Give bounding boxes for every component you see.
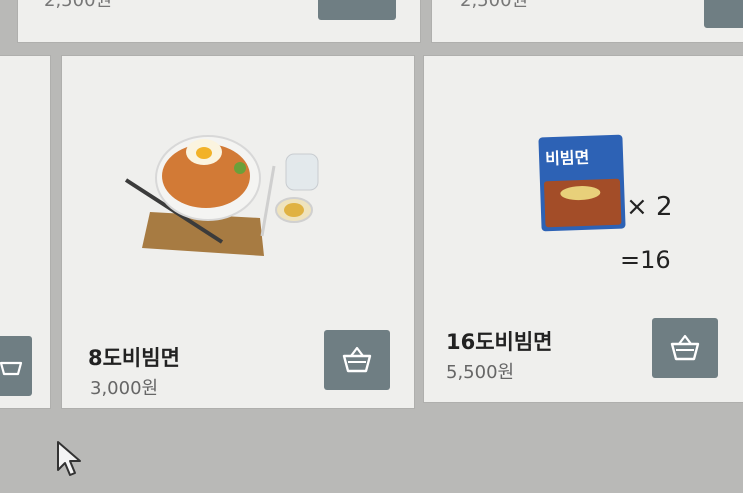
product-price: 5,500원 [446,362,515,383]
package-label: 비빔면 [544,147,590,169]
product-price: 2,500원 [460,0,529,11]
product-name: 16도비빔면 [446,330,553,354]
add-to-cart-button[interactable] [0,336,32,396]
product-price: 2,500원 [44,0,113,11]
product-name: 8도비빔면 [88,346,180,370]
product-card[interactable] [0,56,50,408]
product-card[interactable]: 2,500원 [432,0,743,42]
screen: { "products": [ {"name": "", "price": "2… [0,0,743,493]
basket-icon [670,334,700,361]
product-image [122,120,334,260]
add-to-cart-button[interactable] [318,0,396,20]
product-image: 비빔면 [538,134,626,232]
product-card[interactable]: 비빔면 × 2 =16 16도비빔면 5,500원 [424,56,743,402]
add-to-cart-button[interactable] [324,330,390,390]
basket-icon [342,346,372,373]
mouse-pointer-icon [57,441,81,476]
product-card[interactable]: 8도비빔면 3,000원 [62,56,414,408]
handwritten-annotation: =16 [620,246,671,274]
add-to-cart-button[interactable] [652,318,718,378]
handwritten-annotation: × 2 [626,192,673,222]
add-to-cart-button[interactable] [704,0,743,28]
product-price: 3,000원 [90,378,159,399]
product-card[interactable]: 2,500원 [18,0,420,42]
basket-icon [0,361,23,376]
